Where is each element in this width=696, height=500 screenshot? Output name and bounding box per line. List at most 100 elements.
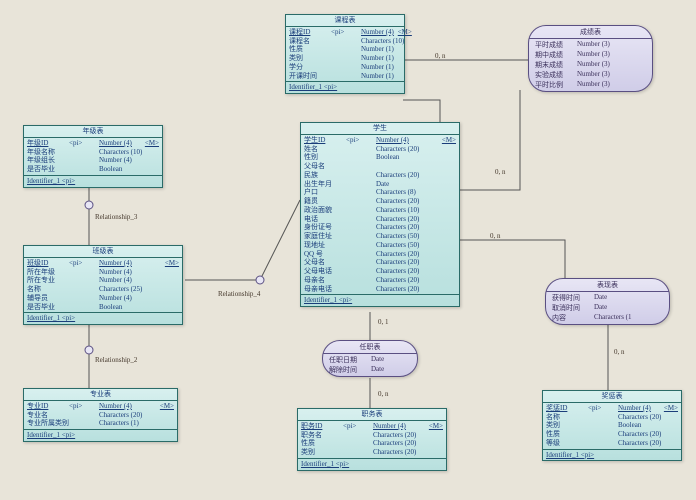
entity-grade: 年级表 年级ID<pi>Number (4)<M>年级名称Characters … <box>23 125 163 188</box>
attribute-row: 是否毕业Boolean <box>27 165 159 174</box>
attribute-row: 政治面貌Characters (10) <box>304 206 456 215</box>
entity-rows: 专业ID<pi>Number (4)<M>专业名Characters (20)专… <box>24 401 177 429</box>
entity-major: 专业表 专业ID<pi>Number (4)<M>专业名Characters (… <box>23 388 178 442</box>
attribute-row: 年级ID<pi>Number (4)<M> <box>27 139 159 148</box>
attribute-row: 内容Characters (1 <box>552 313 663 323</box>
attribute-row: 获得时间Date <box>552 293 663 303</box>
entity-identifier: Identifier_1 <pi> <box>543 449 681 461</box>
entity-title: 专业表 <box>24 389 177 401</box>
relationship-title: 表现表 <box>546 279 669 292</box>
attribute-row: 所在专业Number (4) <box>27 276 179 285</box>
entity-title: 职务表 <box>298 409 446 421</box>
attribute-row: 性质Number (1) <box>289 45 401 54</box>
entity-identifier: Identifier_1 <pi> <box>286 81 404 93</box>
relationship-rows: 任职日期Date解除时间Date <box>323 354 417 376</box>
entity-rows: 课程ID<pi>Number (4)<M>课程名Characters (10)性… <box>286 27 404 82</box>
relationship-perform: 表现表 获得时间Date取消时间Date内容Characters (1 <box>545 278 670 325</box>
entity-identifier: Identifier_1 <pi> <box>24 312 182 324</box>
attribute-row: 所在年级Number (4) <box>27 268 179 277</box>
attribute-row: 专业名Characters (20) <box>27 411 174 420</box>
entity-identifier: Identifier_1 <pi> <box>24 429 177 441</box>
attribute-row: 父母名 <box>304 162 456 171</box>
entity-title: 班级表 <box>24 246 182 258</box>
attribute-row: 班级ID<pi>Number (4)<M> <box>27 259 179 268</box>
cardinality: 0, n <box>435 52 446 60</box>
cardinality: 0, n <box>378 390 389 398</box>
relationship-4-label: Relationship_4 <box>218 290 260 298</box>
attribute-row: 任职日期Date <box>329 355 411 365</box>
attribute-row: 类别Characters (20) <box>301 448 443 457</box>
relationship-title: 成绩表 <box>529 26 652 39</box>
entity-class: 班级表 班级ID<pi>Number (4)<M>所在年级Number (4)所… <box>23 245 183 325</box>
entity-student: 学生 学生ID<pi>Number (4)<M>姓名Characters (20… <box>300 122 460 307</box>
attribute-row: 类别Number (1) <box>289 54 401 63</box>
attribute-row: 学分Number (1) <box>289 63 401 72</box>
attribute-row: 家庭住址Characters (50) <box>304 232 456 241</box>
entity-rows: 年级ID<pi>Number (4)<M>年级名称Characters (10)… <box>24 138 162 175</box>
relationship-appoint: 任职表 任职日期Date解除时间Date <box>322 340 418 377</box>
entity-course: 课程表 课程ID<pi>Number (4)<M>课程名Characters (… <box>285 14 405 94</box>
attribute-row: 学生ID<pi>Number (4)<M> <box>304 136 456 145</box>
attribute-row: 性质Characters (20) <box>546 430 678 439</box>
relationship-rows: 获得时间Date取消时间Date内容Characters (1 <box>546 292 669 324</box>
attribute-row: 解除时间Date <box>329 365 411 375</box>
attribute-row: 现地址Characters (50) <box>304 241 456 250</box>
attribute-row: 名称Characters (20) <box>546 413 678 422</box>
entity-rows: 学生ID<pi>Number (4)<M>姓名Characters (20)性别… <box>301 135 459 295</box>
attribute-row: 籍贯Characters (20) <box>304 197 456 206</box>
entity-rows: 班级ID<pi>Number (4)<M>所在年级Number (4)所在专业N… <box>24 258 182 313</box>
relationship-3-label: Relationship_3 <box>95 213 137 221</box>
entity-duty: 职务表 职务ID<pi>Number (4)<M>职务名Characters (… <box>297 408 447 471</box>
attribute-row: 专业所属类别Characters (1) <box>27 419 174 428</box>
relationship-title: 任职表 <box>323 341 417 354</box>
attribute-row: 户口Characters (8) <box>304 188 456 197</box>
attribute-row: 课程名Characters (10) <box>289 37 401 46</box>
attribute-row: 开课时间Number (1) <box>289 72 401 81</box>
attribute-row: 出生年月Date <box>304 180 456 189</box>
relationship-score: 成绩表 平时成绩Number (3)期中成绩Number (3)期末成绩Numb… <box>528 25 653 92</box>
attribute-row: 母亲电话Characters (20) <box>304 285 456 294</box>
relationship-2-label: Relationship_2 <box>95 356 137 364</box>
attribute-row: 身份证号Characters (20) <box>304 223 456 232</box>
attribute-row: 奖惩ID<pi>Number (4)<M> <box>546 404 678 413</box>
attribute-row: QQ 号Characters (20) <box>304 250 456 259</box>
entity-title: 年级表 <box>24 126 162 138</box>
attribute-row: 父母名Characters (20) <box>304 258 456 267</box>
attribute-row: 姓名Characters (20) <box>304 145 456 154</box>
attribute-row: 性质Characters (20) <box>301 439 443 448</box>
entity-rows: 职务ID<pi>Number (4)<M>职务名Characters (20)性… <box>298 421 446 458</box>
entity-title: 学生 <box>301 123 459 135</box>
attribute-row: 课程ID<pi>Number (4)<M> <box>289 28 401 37</box>
attribute-row: 性别Boolean <box>304 153 456 162</box>
cardinality: 0, 1 <box>378 318 389 326</box>
attribute-row: 职务名Characters (20) <box>301 431 443 440</box>
attribute-row: 父母电话Characters (20) <box>304 267 456 276</box>
attribute-row: 类别Boolean <box>546 421 678 430</box>
attribute-row: 专业ID<pi>Number (4)<M> <box>27 402 174 411</box>
attribute-row: 平时比例Number (3) <box>535 80 646 90</box>
entity-title: 奖惩表 <box>543 391 681 403</box>
relationship-rows: 平时成绩Number (3)期中成绩Number (3)期末成绩Number (… <box>529 39 652 91</box>
attribute-row: 年级名称Characters (10) <box>27 148 159 157</box>
attribute-row: 期末成绩Number (3) <box>535 60 646 70</box>
attribute-row: 民族Characters (20) <box>304 171 456 180</box>
attribute-row: 是否毕业Boolean <box>27 303 179 312</box>
entity-identifier: Identifier_1 <pi> <box>24 175 162 187</box>
attribute-row: 母亲名Characters (20) <box>304 276 456 285</box>
attribute-row: 辅导员Number (4) <box>27 294 179 303</box>
attribute-row: 取消时间Date <box>552 303 663 313</box>
attribute-row: 等级Characters (20) <box>546 439 678 448</box>
cardinality: 0, n <box>495 168 506 176</box>
entity-title: 课程表 <box>286 15 404 27</box>
attribute-row: 实验成绩Number (3) <box>535 70 646 80</box>
attribute-row: 期中成绩Number (3) <box>535 50 646 60</box>
attribute-row: 平时成绩Number (3) <box>535 40 646 50</box>
cardinality: 0, n <box>490 232 501 240</box>
entity-identifier: Identifier_1 <pi> <box>298 458 446 470</box>
entity-reward: 奖惩表 奖惩ID<pi>Number (4)<M>名称Characters (2… <box>542 390 682 461</box>
cardinality: 0, n <box>614 348 625 356</box>
attribute-row: 名称Characters (25) <box>27 285 179 294</box>
attribute-row: 年级组长Number (4) <box>27 156 159 165</box>
entity-rows: 奖惩ID<pi>Number (4)<M>名称Characters (20)类别… <box>543 403 681 449</box>
entity-identifier: Identifier_1 <pi> <box>301 294 459 306</box>
